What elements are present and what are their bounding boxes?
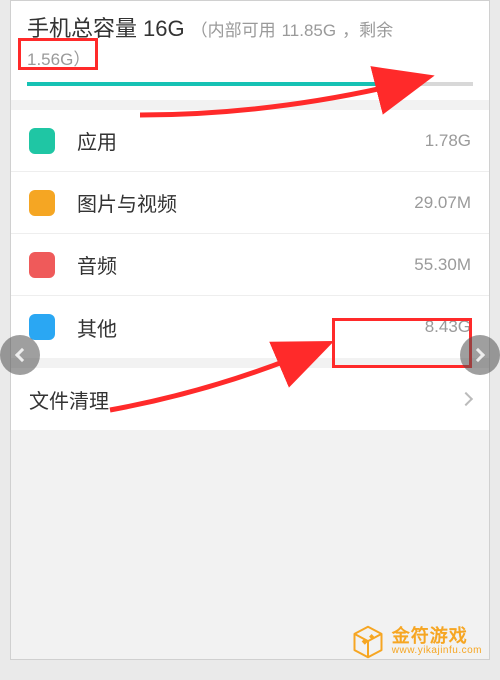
category-swatch-icon <box>29 190 55 216</box>
storage-progress-fill <box>27 82 397 86</box>
storage-category-list: 应用 1.78G 图片与视频 29.07M 音频 55.30M 其他 8.43G <box>11 110 489 358</box>
category-row-other[interactable]: 其他 8.43G <box>11 296 489 358</box>
category-label: 其他 <box>77 313 425 342</box>
header-remaining: 1.56G <box>27 50 73 69</box>
category-row-apps[interactable]: 应用 1.78G <box>11 110 489 172</box>
header-subtitle-close: ） <box>73 50 90 69</box>
storage-header: 手机总容量 16G （内部可用 11.85G ，剩余 1.56G） <box>11 1 489 100</box>
header-internal-available: 11.85G <box>282 21 337 41</box>
category-row-media[interactable]: 图片与视频 29.07M <box>11 172 489 234</box>
chevron-left-icon <box>15 348 29 362</box>
category-value: 55.30M <box>414 255 471 275</box>
category-value: 8.43G <box>425 317 471 337</box>
category-value: 1.78G <box>425 131 471 151</box>
category-label: 应用 <box>77 126 425 155</box>
category-row-audio[interactable]: 音频 55.30M <box>11 234 489 296</box>
category-label: 音频 <box>77 250 414 279</box>
header-subtitle-sep: ，剩余 <box>342 16 393 41</box>
gallery-prev-button[interactable] <box>0 335 40 375</box>
header-subtitle-open: （内部可用 <box>191 16 276 41</box>
cleanup-row[interactable]: 文件清理 <box>11 368 489 430</box>
chevron-right-icon <box>471 348 485 362</box>
cleanup-label: 文件清理 <box>29 385 461 414</box>
storage-progress-bar <box>27 82 473 86</box>
header-total-capacity: 16G <box>143 16 185 42</box>
storage-screen: 手机总容量 16G （内部可用 11.85G ，剩余 1.56G） 应用 1.7… <box>10 0 490 660</box>
section-gap <box>11 358 489 368</box>
category-swatch-icon <box>29 252 55 278</box>
category-swatch-icon <box>29 128 55 154</box>
category-label: 图片与视频 <box>77 188 414 217</box>
chevron-right-icon <box>459 392 473 406</box>
gallery-next-button[interactable] <box>460 335 500 375</box>
section-gap <box>11 100 489 110</box>
category-swatch-icon <box>29 314 55 340</box>
category-value: 29.07M <box>414 193 471 213</box>
header-title-prefix: 手机总容量 <box>27 11 137 43</box>
